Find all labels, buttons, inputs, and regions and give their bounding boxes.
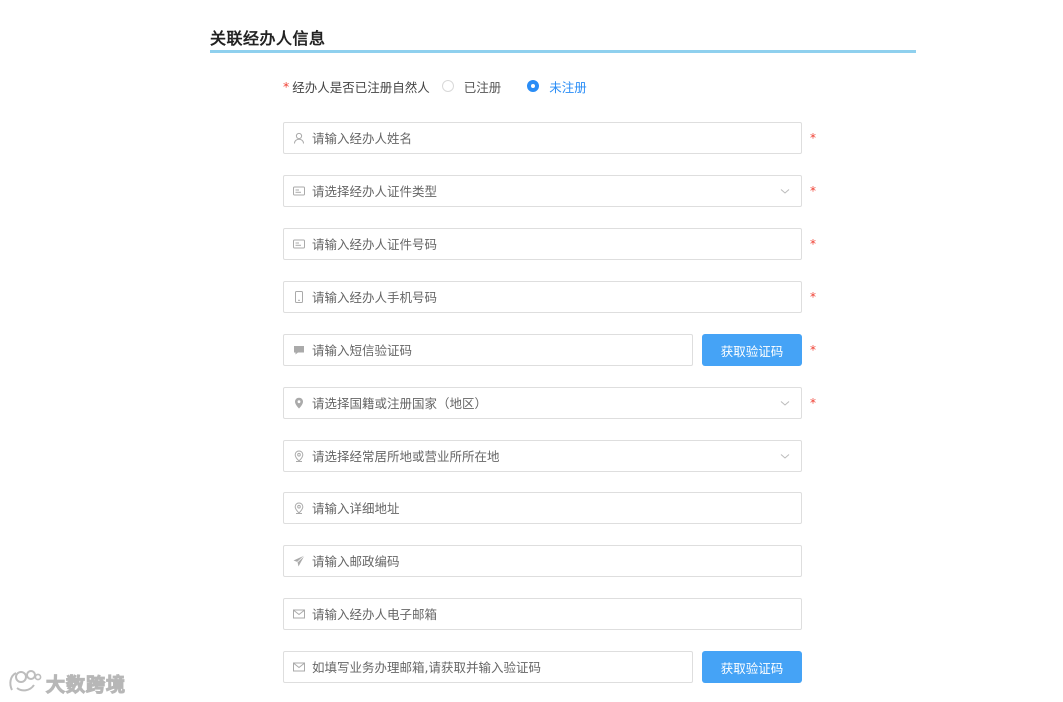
residence-input[interactable] — [312, 441, 779, 471]
user-icon — [293, 132, 305, 144]
location-icon — [293, 502, 305, 514]
mobile-icon — [293, 291, 305, 303]
registration-radio-group: * 经办人是否已注册自然人 已注册 未注册 — [283, 76, 613, 96]
phone-input[interactable] — [312, 282, 801, 312]
chevron-down-icon[interactable] — [779, 397, 791, 409]
required-mark: * — [810, 343, 816, 357]
required-mark: * — [810, 131, 816, 145]
registration-label: 经办人是否已注册自然人 — [292, 79, 430, 95]
message-icon — [293, 344, 305, 356]
business-email-field[interactable] — [283, 651, 693, 683]
required-mark: * — [810, 290, 816, 304]
watermark-logo-icon — [8, 668, 42, 698]
watermark: 大数跨境 — [8, 668, 126, 698]
required-mark: * — [810, 184, 816, 198]
residence-select[interactable] — [283, 440, 802, 472]
email-input[interactable] — [312, 599, 801, 629]
location-icon — [293, 450, 305, 462]
id-type-input[interactable] — [312, 176, 779, 206]
radio-registered-label: 已注册 — [463, 79, 502, 95]
agent-name-field[interactable] — [283, 122, 802, 154]
agent-name-input[interactable] — [312, 123, 801, 153]
required-mark: * — [283, 78, 290, 94]
id-number-input[interactable] — [312, 229, 801, 259]
radio-unregistered-label: 未注册 — [549, 79, 587, 95]
nationality-input[interactable] — [312, 388, 779, 418]
required-mark: * — [810, 237, 816, 251]
phone-field[interactable] — [283, 281, 802, 313]
postal-code-field[interactable] — [283, 545, 802, 577]
radio-registered[interactable]: 已注册 — [441, 77, 502, 96]
section-title: 关联经办人信息 — [210, 29, 326, 48]
id-card-icon — [293, 185, 305, 197]
radio-unregistered-circle[interactable] — [527, 80, 540, 92]
mail-icon — [293, 608, 305, 620]
sms-code-input[interactable] — [312, 335, 692, 365]
chevron-down-icon[interactable] — [779, 450, 791, 462]
watermark-text: 大数跨境 — [45, 673, 127, 696]
required-mark: * — [810, 396, 816, 410]
send-icon — [293, 555, 305, 567]
sms-code-field[interactable] — [283, 334, 693, 366]
radio-unregistered[interactable]: 未注册 — [527, 77, 587, 96]
get-sms-code-button[interactable]: 获取验证码 — [702, 334, 802, 366]
address-input[interactable] — [312, 493, 801, 523]
address-field[interactable] — [283, 492, 802, 524]
get-email-code-button[interactable]: 获取验证码 — [702, 651, 802, 683]
id-card-icon — [293, 238, 305, 250]
postal-code-input[interactable] — [312, 546, 801, 576]
chevron-down-icon[interactable] — [779, 185, 791, 197]
nationality-select[interactable] — [283, 387, 802, 419]
id-number-field[interactable] — [283, 228, 802, 260]
section-header: 关联经办人信息 — [210, 24, 916, 53]
radio-registered-circle[interactable] — [441, 80, 454, 92]
location-icon — [293, 397, 305, 409]
id-type-select[interactable] — [283, 175, 802, 207]
mail-icon — [293, 661, 305, 673]
email-field[interactable] — [283, 598, 802, 630]
business-email-input[interactable] — [312, 652, 692, 682]
